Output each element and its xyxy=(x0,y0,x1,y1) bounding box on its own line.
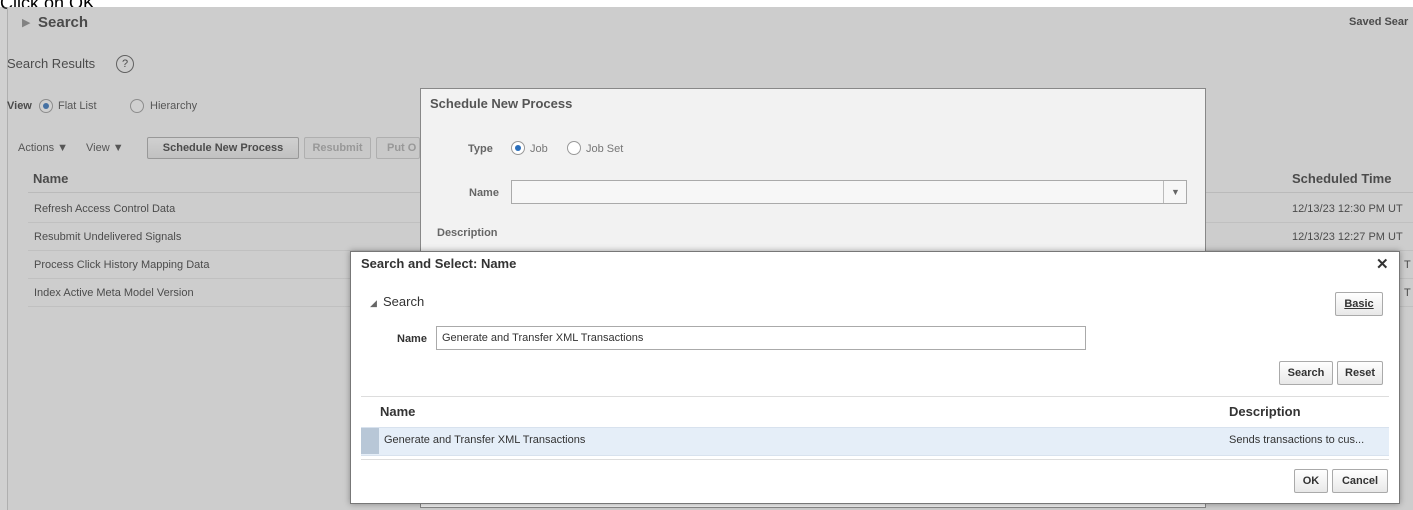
name-field-label: Name xyxy=(397,333,427,345)
reset-button[interactable]: Reset xyxy=(1337,361,1383,385)
cancel-button[interactable]: Cancel xyxy=(1332,469,1388,493)
result-name: Generate and Transfer XML Transactions xyxy=(384,434,586,446)
footer-divider xyxy=(361,459,1389,460)
result-description: Sends transactions to cus... xyxy=(1229,434,1365,446)
description-label: Description xyxy=(437,227,498,239)
job-set-label: Job Set xyxy=(586,143,624,155)
results-column-name[interactable]: Name xyxy=(380,404,415,419)
job-label: Job xyxy=(530,143,548,155)
close-icon[interactable]: ✕ xyxy=(1376,255,1389,273)
job-radio[interactable] xyxy=(511,141,525,155)
type-label: Type xyxy=(468,143,493,155)
ok-button[interactable]: OK xyxy=(1294,469,1328,493)
basic-button[interactable]: Basic xyxy=(1335,292,1383,316)
results-divider xyxy=(361,396,1389,397)
name-select[interactable] xyxy=(511,180,1187,204)
search-select-dialog-title: Search and Select: Name xyxy=(361,256,517,271)
dropdown-arrow-icon[interactable]: ▼ xyxy=(1163,181,1187,203)
search-button[interactable]: Search xyxy=(1279,361,1333,385)
collapse-triangle-icon[interactable]: ◢ xyxy=(370,298,377,309)
job-set-radio[interactable] xyxy=(567,141,581,155)
name-search-input[interactable]: Generate and Transfer XML Transactions xyxy=(436,326,1086,350)
name-label: Name xyxy=(469,187,499,199)
search-section-label[interactable]: Search xyxy=(383,294,424,309)
row-selection-marker xyxy=(361,428,379,454)
results-column-description[interactable]: Description xyxy=(1229,404,1301,419)
schedule-dialog-title: Schedule New Process xyxy=(430,96,573,111)
search-and-select-dialog xyxy=(350,251,1400,504)
basic-button-label: Basic xyxy=(1344,298,1374,310)
